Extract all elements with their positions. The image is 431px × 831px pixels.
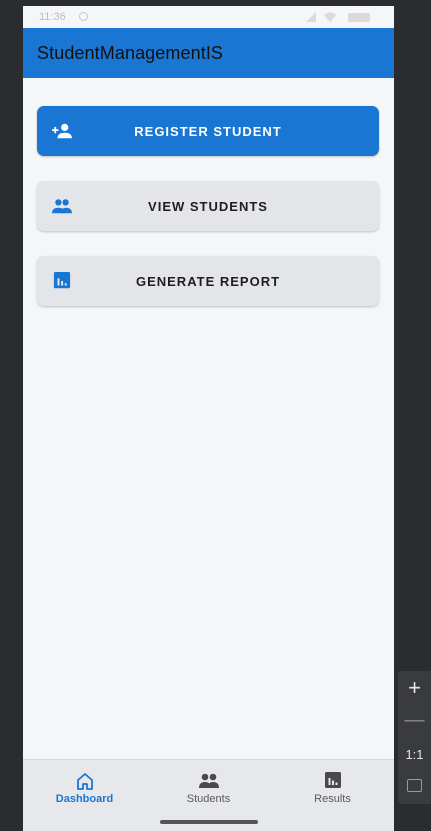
view-students-button[interactable]: VIEW STUDENTS	[37, 181, 379, 231]
nav-results[interactable]: Results	[271, 760, 394, 816]
nav-results-label: Results	[314, 793, 351, 805]
home-icon	[76, 773, 93, 790]
view-students-label: VIEW STUDENTS	[148, 198, 268, 214]
report-icon	[324, 772, 341, 788]
zoom-out-icon[interactable]: —	[398, 709, 431, 732]
fit-screen-icon[interactable]	[407, 779, 422, 792]
group-icon	[198, 773, 219, 788]
generate-report-label: GENERATE REPORT	[135, 273, 281, 289]
app-bar: StudentManagementIS	[23, 28, 394, 78]
notification-icon	[79, 12, 88, 21]
status-time: 11:36	[39, 11, 66, 23]
group-icon	[52, 199, 72, 214]
register-student-button[interactable]: REGISTER STUDENT	[37, 106, 379, 156]
zoom-controls: + — 1:1	[398, 671, 431, 804]
nav-dashboard-label: Dashboard	[55, 793, 114, 805]
register-student-label: REGISTER STUDENT	[134, 123, 282, 139]
nav-dashboard[interactable]: Dashboard	[23, 760, 146, 816]
generate-report-button[interactable]: GENERATE REPORT	[37, 256, 379, 306]
nav-students-label: Students	[186, 793, 231, 805]
phone-screen: 11:36 StudentManagementIS REGISTER STUDE…	[23, 6, 394, 831]
app-title: StudentManagementIS	[37, 42, 224, 63]
home-indicator[interactable]	[160, 820, 258, 824]
report-icon	[53, 272, 71, 289]
status-bar: 11:36	[23, 6, 394, 28]
zoom-in-icon[interactable]: +	[398, 675, 431, 701]
signal-icon	[306, 12, 316, 22]
person-add-icon	[52, 123, 72, 139]
nav-students[interactable]: Students	[147, 760, 270, 816]
battery-icon	[348, 13, 370, 22]
zoom-ratio-button[interactable]: 1:1	[398, 747, 431, 762]
wifi-icon	[324, 12, 336, 22]
